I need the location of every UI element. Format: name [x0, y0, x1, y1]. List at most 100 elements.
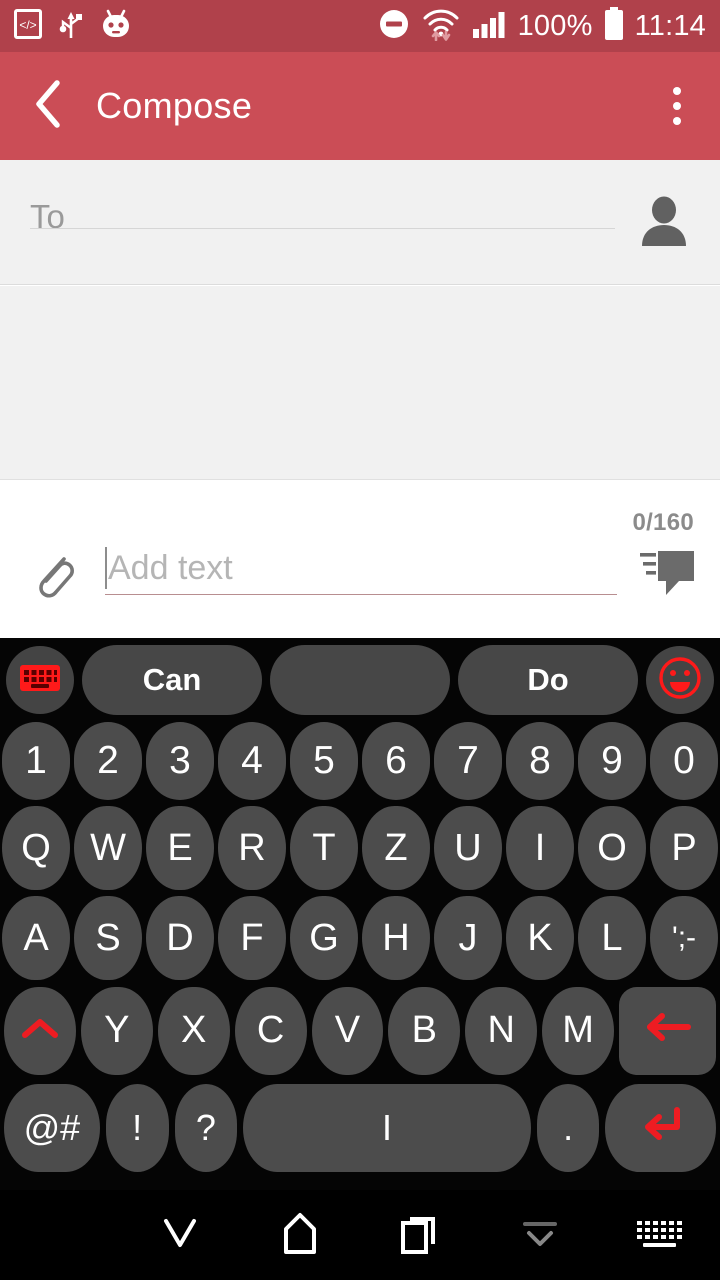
key-q[interactable]: Q — [2, 806, 70, 890]
backspace-key[interactable] — [619, 986, 717, 1075]
key-a[interactable]: A — [2, 896, 70, 980]
android-head-icon — [100, 9, 132, 44]
enter-key[interactable] — [605, 1084, 716, 1172]
key-4[interactable]: 4 — [218, 722, 286, 800]
app-bar: Compose — [0, 52, 720, 160]
message-body-area[interactable] — [0, 286, 720, 480]
overflow-menu-button[interactable] — [634, 52, 720, 160]
back-hide-keyboard-icon — [154, 1213, 206, 1258]
key-t[interactable]: T — [290, 806, 358, 890]
keyboard-settings-icon — [20, 663, 60, 698]
paperclip-icon — [30, 557, 78, 605]
nav-collapse-button[interactable] — [480, 1190, 600, 1280]
key-8[interactable]: 8 — [506, 722, 574, 800]
wifi-data-icon — [420, 7, 462, 46]
attach-button[interactable] — [30, 545, 78, 606]
key-d[interactable]: D — [146, 896, 214, 980]
key-i[interactable]: I — [506, 806, 574, 890]
key-0[interactable]: 0 — [650, 722, 718, 800]
overflow-menu-icon — [673, 87, 681, 95]
nav-home-button[interactable] — [240, 1190, 360, 1280]
key-e[interactable]: E — [146, 806, 214, 890]
back-button[interactable] — [0, 52, 96, 160]
contact-person-icon — [636, 196, 692, 254]
key-x[interactable]: X — [157, 986, 230, 1075]
keyboard-row-bottom: Y X C V B N M — [0, 982, 720, 1077]
key-1[interactable]: 1 — [2, 722, 70, 800]
key-exclamation[interactable]: ! — [105, 1084, 169, 1172]
key-j[interactable]: J — [434, 896, 502, 980]
send-message-icon — [638, 551, 696, 601]
back-chevron-icon — [31, 79, 65, 134]
key-b[interactable]: B — [388, 986, 461, 1075]
usb-icon — [58, 8, 84, 45]
key-2[interactable]: 2 — [74, 722, 142, 800]
do-not-disturb-icon — [378, 8, 410, 45]
navigation-bar — [0, 1190, 720, 1280]
key-z[interactable]: Z — [362, 806, 430, 890]
overflow-menu-icon-dot3 — [673, 117, 681, 125]
home-icon — [276, 1210, 324, 1261]
recipient-underline — [30, 228, 615, 229]
keyboard-row-numbers: 1 2 3 4 5 6 7 8 9 0 — [0, 718, 720, 802]
suggestion-item-2[interactable] — [270, 645, 450, 715]
nav-back-button[interactable] — [120, 1190, 240, 1280]
key-n[interactable]: N — [465, 986, 538, 1075]
key-v[interactable]: V — [311, 986, 384, 1075]
key-punctuation[interactable]: ';- — [650, 896, 718, 980]
key-9[interactable]: 9 — [578, 722, 646, 800]
page-title: Compose — [96, 85, 253, 126]
key-k[interactable]: K — [506, 896, 574, 980]
message-text-input[interactable]: Add text — [105, 543, 617, 595]
key-c[interactable]: C — [234, 986, 307, 1075]
developer-mode-icon: </> — [14, 8, 42, 44]
keyboard-row-function: @# ! ? I . — [0, 1077, 720, 1175]
suggestion-item-1[interactable]: Can — [82, 645, 262, 715]
compose-bar: 0/160 Add text — [0, 481, 720, 637]
key-p[interactable]: P — [650, 806, 718, 890]
message-text-field[interactable]: Add text — [105, 543, 617, 595]
key-y[interactable]: Y — [80, 986, 153, 1075]
key-5[interactable]: 5 — [290, 722, 358, 800]
shift-key[interactable] — [4, 986, 76, 1075]
key-w[interactable]: W — [74, 806, 142, 890]
key-s[interactable]: S — [74, 896, 142, 980]
nav-recents-button[interactable] — [360, 1190, 480, 1280]
svg-text:</>: </> — [19, 18, 36, 32]
send-button[interactable] — [638, 543, 696, 602]
signal-bars-icon — [472, 9, 508, 44]
shift-icon — [21, 1009, 59, 1052]
backspace-icon — [642, 1009, 694, 1052]
on-screen-keyboard: Can Do 1 2 3 4 5 6 7 8 9 0 Q W E R T Z U… — [0, 638, 720, 1190]
battery-full-icon — [603, 6, 625, 46]
character-counter: 0/160 — [632, 509, 694, 536]
status-bar: </> 100% 11:14 — [0, 0, 720, 52]
recipient-input[interactable]: To — [30, 198, 65, 236]
key-question[interactable]: ? — [174, 1084, 238, 1172]
contact-picker-button[interactable] — [636, 194, 692, 255]
keyboard-settings-button[interactable] — [6, 646, 74, 714]
key-r[interactable]: R — [218, 806, 286, 890]
nav-keyboard-switcher-button[interactable] — [600, 1190, 720, 1280]
key-l[interactable]: L — [578, 896, 646, 980]
key-3[interactable]: 3 — [146, 722, 214, 800]
text-caret — [105, 547, 107, 589]
key-g[interactable]: G — [290, 896, 358, 980]
emoji-button[interactable] — [646, 646, 714, 714]
emoji-smiley-icon — [656, 654, 704, 707]
key-symbols[interactable]: @# — [4, 1084, 100, 1172]
suggestion-strip: Can Do — [0, 638, 720, 718]
key-u[interactable]: U — [434, 806, 502, 890]
key-f[interactable]: F — [218, 896, 286, 980]
overflow-menu-icon-dot2 — [673, 102, 681, 110]
key-h[interactable]: H — [362, 896, 430, 980]
key-o[interactable]: O — [578, 806, 646, 890]
key-period[interactable]: . — [536, 1084, 600, 1172]
key-7[interactable]: 7 — [434, 722, 502, 800]
key-space[interactable]: I — [243, 1084, 531, 1172]
key-6[interactable]: 6 — [362, 722, 430, 800]
suggestion-item-3[interactable]: Do — [458, 645, 638, 715]
key-m[interactable]: M — [542, 986, 614, 1075]
phone-screen: </> 100% 11:14 Compose To 0/160 Add text… — [0, 0, 720, 1280]
keyboard-row-home: A S D F G H J K L ';- — [0, 892, 720, 982]
